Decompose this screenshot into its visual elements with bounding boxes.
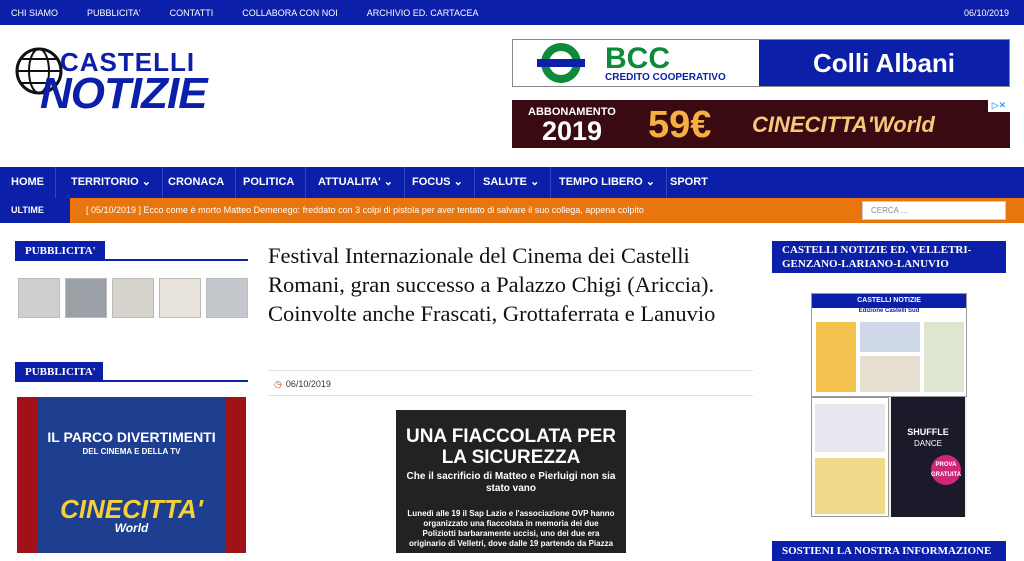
nav-tempo-libero-label: TEMPO LIBERO — [559, 176, 643, 188]
search-input[interactable]: CERCA ... — [862, 201, 1006, 220]
left-widget-title-1: PUBBLICITA' — [15, 241, 105, 261]
left-widget-title-2: PUBBLICITA' — [15, 362, 103, 382]
adchoices-icon[interactable]: ▷✕ — [988, 100, 1010, 112]
featured-image-subhead: Che il sacrificio di Matteo e Pierluigi … — [406, 471, 616, 494]
chevron-down-icon: ⌄ — [530, 176, 540, 188]
main-nav: HOME TERRITORIO ⌄ CRONACA POLITICA ATTUA… — [0, 167, 1024, 198]
bcc-left: BCC CREDITO COOPERATIVO — [513, 40, 759, 86]
chevron-down-icon: ⌄ — [453, 176, 463, 188]
poster-line2: DEL CINEMA E DELLA TV — [82, 447, 181, 456]
featured-image-body: Lunedì alle 19 il Sap Lazio e l'associaz… — [407, 509, 615, 548]
left-widget-underline-2 — [15, 380, 248, 382]
newspaper-block — [815, 458, 885, 514]
clock-icon: ◷ — [274, 379, 282, 389]
newspaper-block — [860, 356, 920, 392]
top-bar: CHI SIAMO PUBBLICITA' CONTATTI COLLABORA… — [0, 0, 1024, 25]
bcc-logo-icon — [537, 43, 585, 83]
ad-thumb[interactable] — [206, 278, 248, 318]
cinecitta-banner-brand: CINECITTA'World — [752, 112, 935, 137]
article-date: 06/10/2019 — [285, 379, 331, 389]
ad-thumb[interactable] — [18, 278, 60, 318]
cinecitta-banner-price: 59€ — [648, 104, 712, 146]
nav-cronaca-label: CRONACA — [168, 176, 225, 188]
newspaper-block — [815, 404, 885, 452]
chevron-down-icon: ⌄ — [383, 176, 393, 188]
cinecitta-poster[interactable]: IL PARCO DIVERTIMENTI DEL CINEMA E DELLA… — [17, 397, 246, 553]
top-link-chi-siamo[interactable]: CHI SIAMO — [11, 8, 58, 18]
newspaper-covers[interactable]: CASTELLI NOTIZIE Edizione Castelli Sud S… — [811, 293, 967, 517]
newspaper-block — [816, 322, 856, 392]
ticker-headline[interactable]: [ 05/10/2019 ] Ecco come è morto Matteo … — [86, 198, 644, 223]
ad-thumb[interactable] — [112, 278, 154, 318]
logo-line2: NOTIZIE — [40, 69, 208, 118]
nav-territorio-label: TERRITORIO — [71, 176, 139, 188]
news-ticker: ULTIME [ 05/10/2019 ] Ecco come è morto … — [0, 198, 1024, 223]
top-link-collabora[interactable]: COLLABORA CON NOI — [242, 8, 338, 18]
nav-politica-label: POLITICA — [243, 176, 295, 188]
newspaper-cover[interactable] — [811, 397, 889, 517]
bcc-name: BCC — [605, 42, 670, 75]
top-link-contatti[interactable]: CONTATTI — [170, 8, 214, 18]
newspaper-masthead: CASTELLI NOTIZIE — [812, 294, 966, 308]
poster-line1: IL PARCO DIVERTIMENTI — [47, 429, 216, 445]
ad-thumb[interactable] — [65, 278, 107, 318]
bcc-banner[interactable]: BCC CREDITO COOPERATIVO Colli Albani — [512, 39, 1010, 87]
top-links: CHI SIAMO PUBBLICITA' CONTATTI COLLABORA… — [11, 8, 507, 18]
nav-territorio[interactable]: TERRITORIO ⌄ — [55, 167, 163, 198]
nav-politica[interactable]: POLITICA — [232, 167, 307, 198]
newspaper-block — [924, 322, 964, 392]
chevron-down-icon: ⌄ — [645, 176, 656, 188]
newspaper-edition: Edizione Castelli Sud — [858, 308, 920, 314]
nav-focus[interactable]: FOCUS ⌄ — [397, 167, 475, 198]
top-link-archivio[interactable]: ARCHIVIO ED. CARTACEA — [367, 8, 479, 18]
bcc-subtitle: CREDITO COOPERATIVO — [605, 72, 726, 83]
article-meta: ◷ 06/10/2019 — [268, 370, 753, 396]
bcc-region: Colli Albani — [759, 40, 1009, 86]
nav-sport-label: SPORT — [670, 176, 708, 188]
site-header: CASTELLI NOTIZIE BCC CREDITO COOPERATIVO… — [0, 25, 1024, 167]
nav-tempo-libero[interactable]: TEMPO LIBERO ⌄ — [545, 167, 668, 198]
nav-salute-label: SALUTE — [483, 176, 527, 188]
newspaper-block — [860, 322, 920, 352]
shuffle-badge: PROVA GRATUITA — [931, 455, 961, 485]
shuffle-sub: DANCE — [913, 439, 942, 448]
nav-home-label: HOME — [11, 176, 44, 188]
shuffle-title: SHUFFLE — [907, 427, 949, 437]
featured-image[interactable]: UNA FIACCOLATA PER LA SICUREZZA Che il s… — [396, 410, 626, 553]
left-widget-underline-1 — [15, 259, 248, 261]
shuffle-dance-ad[interactable]: SHUFFLE DANCE PROVA GRATUITA — [891, 397, 965, 517]
nav-attualita[interactable]: ATTUALITA' ⌄ — [303, 167, 405, 198]
chevron-down-icon: ⌄ — [141, 176, 151, 188]
featured-image-headline: UNA FIACCOLATA PER LA SICUREZZA — [405, 426, 617, 468]
top-link-pubblicita[interactable]: PUBBLICITA' — [87, 8, 141, 18]
nav-focus-label: FOCUS — [412, 176, 451, 188]
right-widget-title-1: CASTELLI NOTIZIE ED. VELLETRI-GENZANO-LA… — [772, 241, 1006, 273]
cinecitta-banner[interactable]: ABBONAMENTO 2019 59€ CINECITTA'World ▷✕ — [512, 100, 1010, 148]
top-date: 06/10/2019 — [963, 8, 1009, 18]
nav-sport[interactable]: SPORT — [657, 167, 719, 198]
newspaper-cover[interactable]: CASTELLI NOTIZIE Edizione Castelli Sud — [811, 293, 967, 397]
right-widget-title-2: SOSTIENI LA NOSTRA INFORMAZIONE — [772, 541, 1006, 561]
poster-brand2: World — [114, 521, 149, 535]
nav-cronaca[interactable]: CRONACA — [156, 167, 237, 198]
nav-attualita-label: ATTUALITA' — [318, 176, 381, 188]
ad-thumb[interactable] — [159, 278, 201, 318]
nav-home[interactable]: HOME — [0, 167, 56, 198]
nav-salute[interactable]: SALUTE ⌄ — [470, 167, 552, 198]
ticker-label: ULTIME — [0, 198, 70, 223]
article-title: Festival Internazionale del Cinema dei C… — [268, 243, 716, 326]
cinecitta-banner-year: 2019 — [542, 116, 603, 146]
site-logo[interactable]: CASTELLI NOTIZIE — [14, 41, 254, 131]
